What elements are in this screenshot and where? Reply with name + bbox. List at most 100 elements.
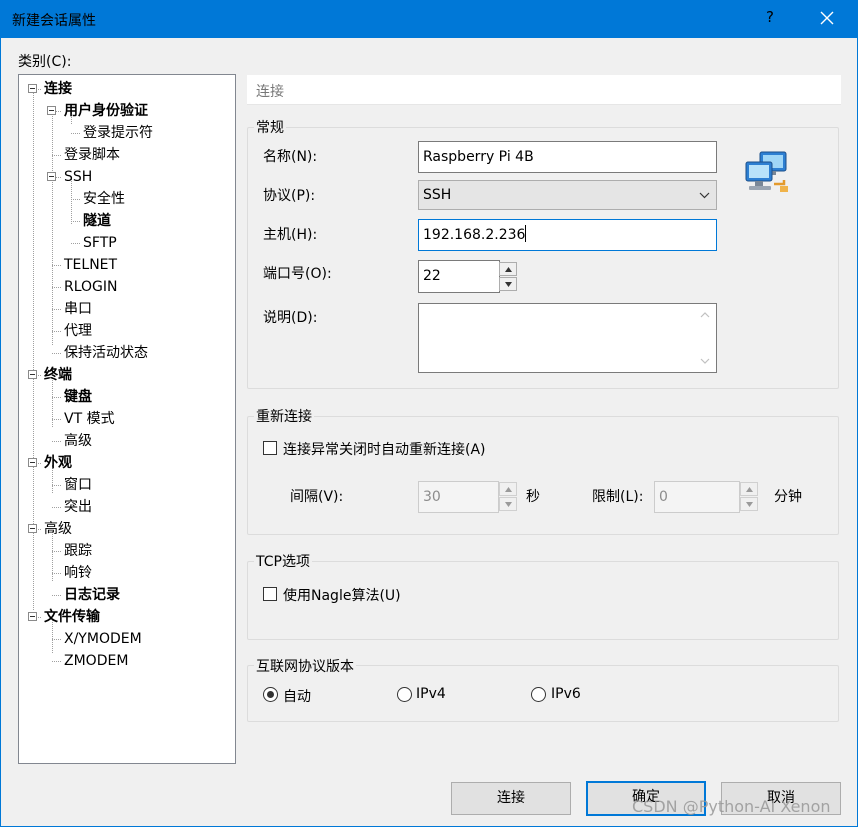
arrow-up-icon — [504, 267, 512, 272]
tree-connector — [52, 573, 61, 574]
tree-connector — [71, 243, 80, 244]
tree-item[interactable]: SSH — [64, 167, 92, 187]
tree-item[interactable]: 连接 — [44, 79, 72, 99]
tree-item[interactable]: 日志记录 — [64, 585, 120, 605]
interval-unit: 秒 — [526, 489, 540, 505]
tree-item[interactable]: 登录脚本 — [64, 145, 120, 165]
interval-spin-down[interactable] — [499, 497, 517, 511]
description-scrollbar[interactable] — [694, 304, 716, 372]
protocol-label: 协议(P): — [263, 188, 316, 204]
radio-ipv4[interactable] — [397, 687, 412, 702]
radio-ipv6[interactable] — [531, 687, 546, 702]
tree-connector — [52, 595, 61, 596]
tree-item[interactable]: 高级 — [44, 519, 72, 539]
interval-label: 间隔(V): — [290, 489, 344, 505]
tree-item[interactable]: 隧道 — [83, 211, 111, 231]
tree-item[interactable]: 串口 — [64, 299, 92, 319]
tree-item[interactable]: ZMODEM — [64, 651, 128, 671]
connect-button[interactable]: 连接 — [451, 782, 571, 815]
nagle-checkbox[interactable] — [263, 587, 277, 601]
protocol-value: SSH — [423, 187, 452, 203]
title-bar — [0, 0, 858, 38]
name-input[interactable]: Raspberry Pi 4B — [418, 141, 717, 173]
port-input[interactable]: 22 — [418, 260, 500, 293]
port-spin-down[interactable] — [499, 277, 517, 291]
text-caret — [525, 225, 527, 242]
tree-item[interactable]: VT 模式 — [64, 409, 115, 429]
tree-item[interactable]: 代理 — [64, 321, 92, 341]
panel-header-text: 连接 — [256, 84, 284, 100]
tree-collapse-icon[interactable] — [47, 172, 56, 181]
tree-connector — [52, 309, 61, 310]
tree-item[interactable]: 高级 — [64, 431, 92, 451]
tree-item[interactable]: 文件传输 — [44, 607, 100, 627]
tree-collapse-icon[interactable] — [28, 370, 37, 379]
watermark: CSDN @Python-AI Xenon — [632, 797, 831, 816]
tree-collapse-icon[interactable] — [28, 84, 37, 93]
tree-connector — [52, 551, 61, 552]
auto-reconnect-label[interactable]: 连接异常关闭时自动重新连接(A) — [283, 439, 486, 459]
limit-spin-up[interactable] — [740, 482, 758, 496]
limit-input[interactable]: 0 — [654, 481, 740, 513]
category-tree[interactable]: 连接 用户身份验证 登录提示符 登录脚本 SSH 安全性 隧道 SFTP TELNET RLOGI… — [18, 74, 236, 764]
tree-connector — [52, 441, 61, 442]
tree-collapse-icon[interactable] — [28, 612, 37, 621]
tree-collapse-icon[interactable] — [47, 106, 56, 115]
tcp-group-title: TCP选项 — [254, 551, 312, 571]
interval-spinner[interactable] — [499, 482, 517, 512]
limit-label: 限制(L): — [592, 489, 644, 505]
tree-item[interactable]: X/YMODEM — [64, 629, 142, 649]
auto-reconnect-checkbox[interactable] — [263, 441, 277, 455]
limit-spin-down[interactable] — [740, 497, 758, 511]
tree-item[interactable]: 保持活动状态 — [64, 343, 148, 363]
tree-item[interactable]: 突出 — [64, 497, 92, 517]
radio-auto-label[interactable]: 自动 — [283, 686, 311, 706]
tree-item[interactable]: 窗口 — [64, 475, 92, 495]
port-spinner[interactable] — [499, 262, 517, 292]
reconnect-group-title: 重新连接 — [254, 406, 314, 426]
tree-item[interactable]: 安全性 — [83, 189, 125, 209]
radio-auto[interactable] — [263, 687, 278, 702]
radio-ipv4-label[interactable]: IPv4 — [416, 686, 446, 702]
tree-collapse-icon[interactable] — [28, 458, 37, 467]
close-button[interactable] — [812, 4, 842, 34]
host-label: 主机(H): — [263, 227, 318, 243]
protocol-select[interactable]: SSH — [418, 180, 717, 210]
tree-connector — [71, 133, 80, 134]
interval-spin-up[interactable] — [499, 482, 517, 496]
tree-connector — [52, 485, 61, 486]
nagle-label[interactable]: 使用Nagle算法(U) — [283, 585, 401, 605]
tree-item[interactable]: 响铃 — [64, 563, 92, 583]
description-textarea[interactable] — [418, 303, 717, 373]
host-input[interactable]: 192.168.2.236 — [418, 219, 717, 251]
tree-item[interactable]: SFTP — [83, 233, 117, 253]
tree-connector — [52, 661, 61, 662]
category-label: 类别(C): — [18, 54, 72, 70]
name-label: 名称(N): — [263, 149, 318, 165]
tree-collapse-icon[interactable] — [28, 524, 37, 533]
tree-item[interactable]: 外观 — [44, 453, 72, 473]
port-label: 端口号(O): — [263, 266, 332, 282]
tree-connector — [52, 507, 61, 508]
tree-item[interactable]: 跟踪 — [64, 541, 92, 561]
tree-item[interactable]: TELNET — [64, 255, 117, 275]
host-value: 192.168.2.236 — [423, 227, 526, 243]
limit-unit: 分钟 — [774, 489, 802, 505]
tree-item[interactable]: RLOGIN — [64, 277, 118, 297]
tree-item[interactable]: 登录提示符 — [83, 123, 153, 143]
help-button[interactable]: ? — [760, 8, 780, 26]
tree-connector — [52, 331, 61, 332]
scroll-down-icon — [700, 358, 710, 364]
tree-item[interactable]: 终端 — [44, 365, 72, 385]
arrow-up-icon — [745, 487, 753, 492]
port-spin-up[interactable] — [499, 262, 517, 276]
tree-connector — [52, 353, 61, 354]
ip-version-group-title: 互联网协议版本 — [254, 656, 356, 676]
radio-ipv6-label[interactable]: IPv6 — [551, 686, 581, 702]
scroll-up-icon — [700, 312, 710, 318]
limit-spinner[interactable] — [740, 482, 758, 512]
close-icon — [820, 11, 834, 25]
tree-item[interactable]: 用户身份验证 — [64, 101, 148, 121]
interval-input[interactable]: 30 — [418, 481, 499, 513]
tree-item[interactable]: 键盘 — [64, 387, 92, 407]
